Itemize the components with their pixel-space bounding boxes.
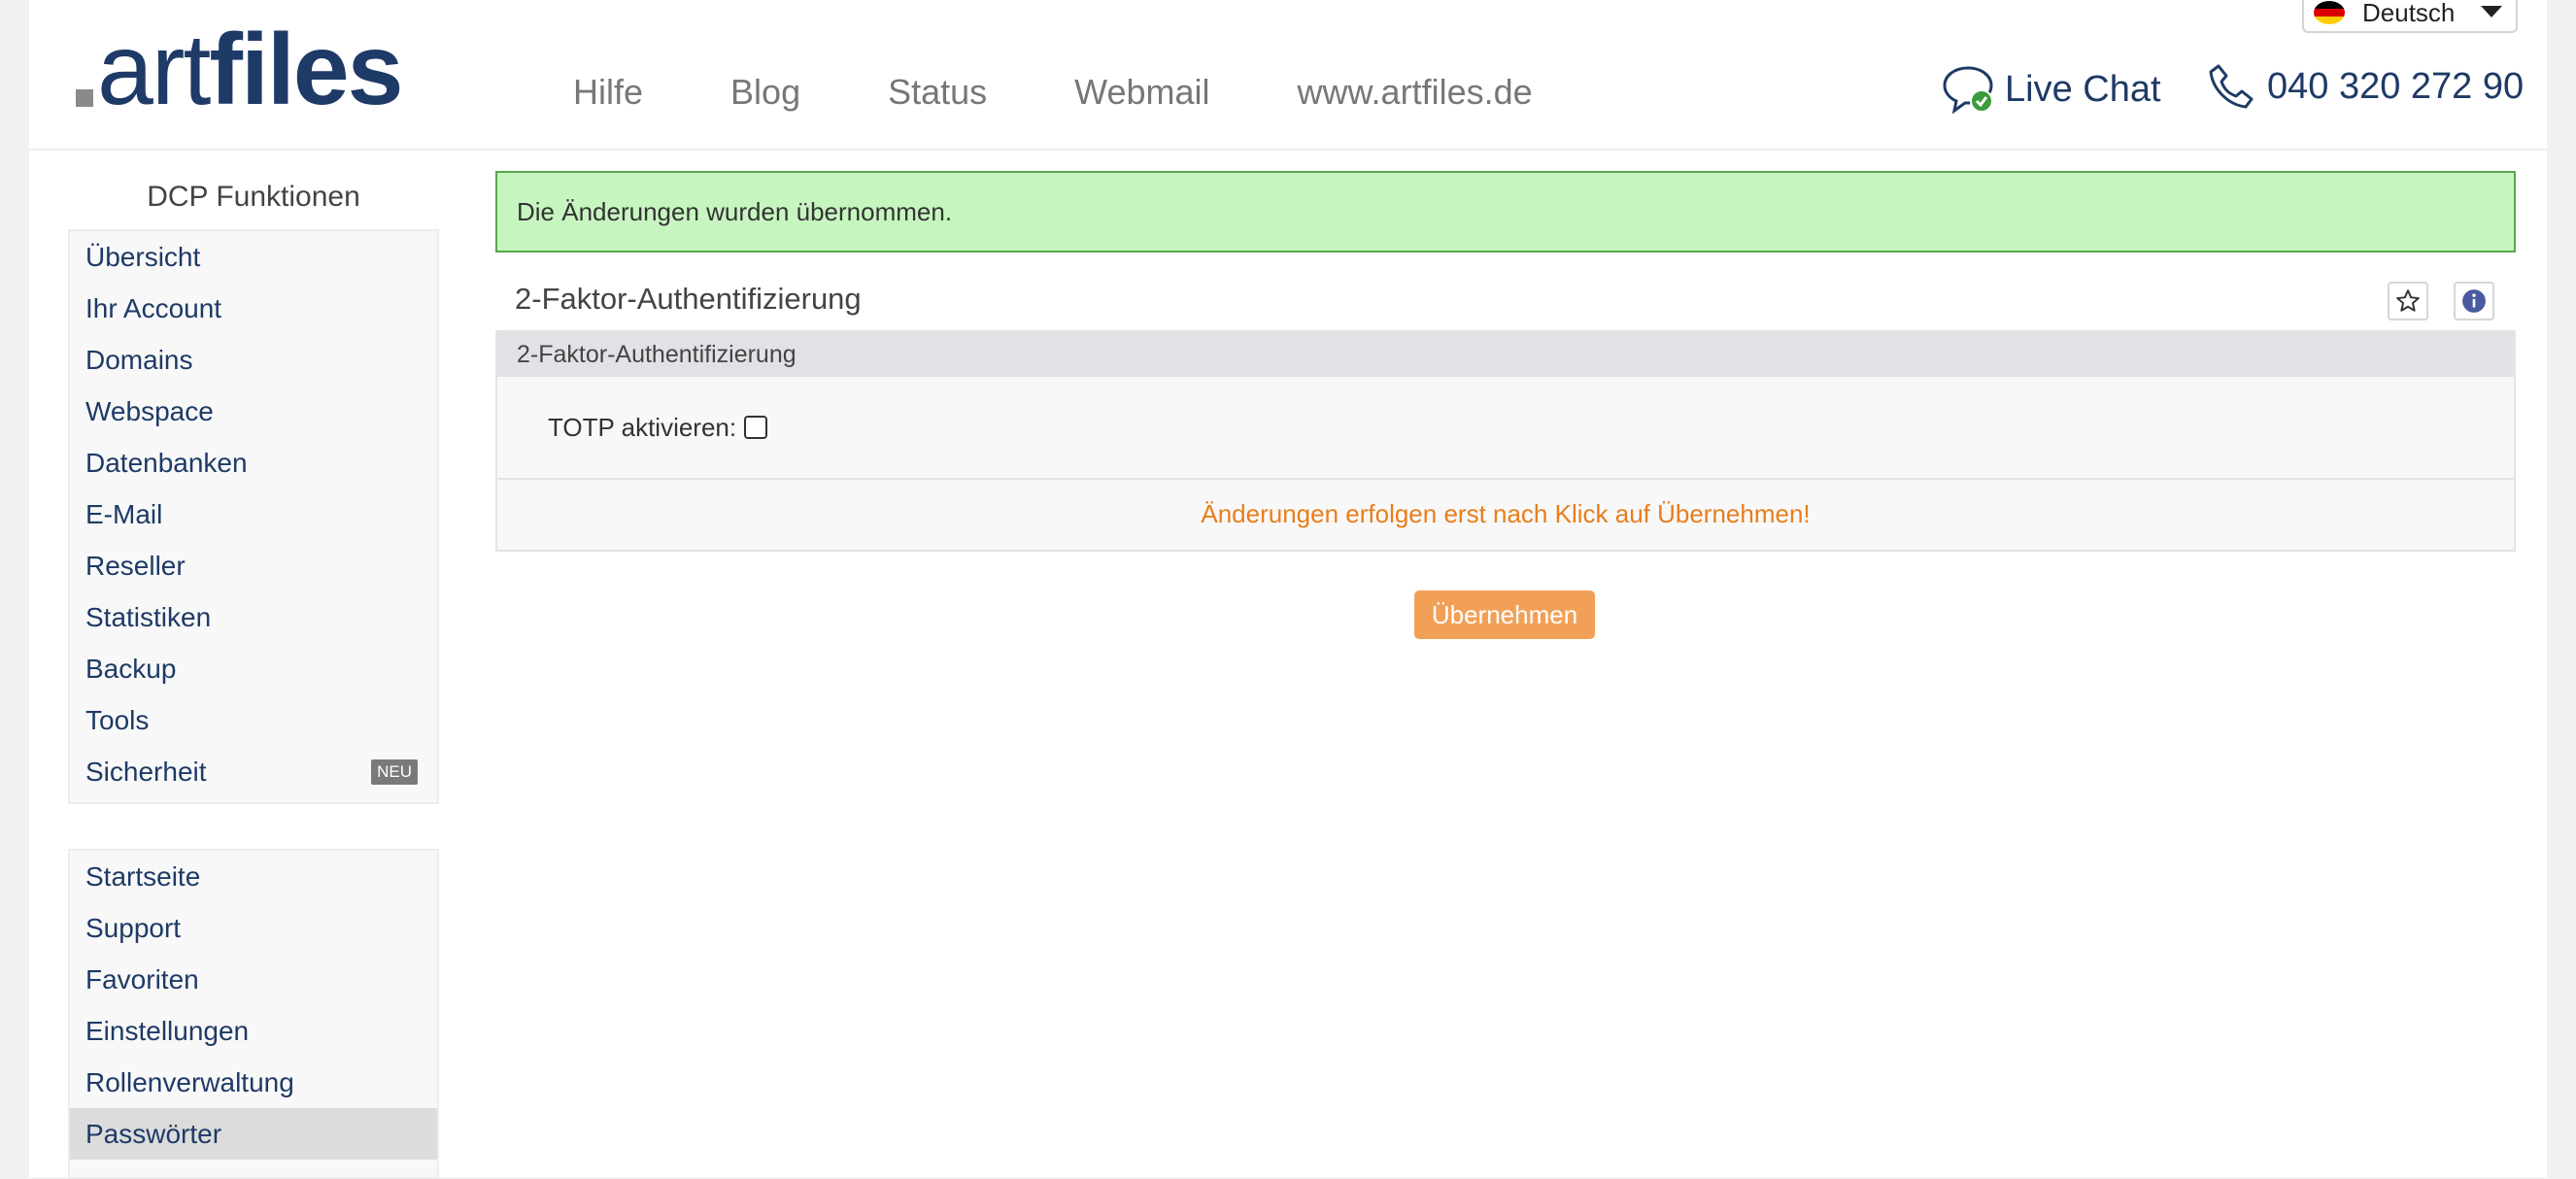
sidebar-item-label: Einstellungen	[85, 1015, 250, 1046]
header: art files Hilfe Blog Status Webmail www.a…	[29, 0, 2547, 151]
sidebar-group-account: Startseite Support Favoriten Einstellung…	[68, 849, 439, 1179]
page-title: 2-Faktor-Authentifizierung	[515, 282, 862, 316]
sidebar-title: DCP Funktionen	[147, 181, 360, 213]
top-navigation: Hilfe Blog Status Webmail www.artfiles.d…	[573, 72, 1620, 113]
logo-dot	[76, 89, 93, 107]
sidebar-item-favoriten[interactable]: Favoriten	[70, 954, 437, 1005]
totp-label: TOTP aktivieren:	[548, 412, 737, 442]
nav-link-blog[interactable]: Blog	[730, 72, 800, 113]
sidebar-item-rollenverwaltung[interactable]: Rollenverwaltung	[70, 1057, 437, 1108]
artfiles-logo[interactable]: art files	[76, 14, 403, 126]
sidebar-item-label: Statistiken	[85, 601, 212, 632]
sidebar-item-uebersicht[interactable]: Übersicht	[70, 231, 437, 283]
sidebar-item-label: E-Mail	[85, 498, 163, 529]
sidebar-item-label: Übersicht	[85, 241, 201, 272]
sidebar-item-sicherheit[interactable]: Sicherheit NEU	[70, 746, 437, 797]
sidebar-item-label: Sicherheit	[85, 756, 207, 787]
sidebar-item-label: Startseite	[85, 860, 201, 892]
nav-link-hilfe[interactable]: Hilfe	[573, 72, 643, 113]
caret-down-icon	[2481, 6, 2502, 17]
sidebar-item-label: Backup	[85, 653, 177, 684]
sidebar-item-email[interactable]: E-Mail	[70, 488, 437, 540]
nav-link-webmail[interactable]: Webmail	[1074, 72, 1209, 113]
language-select[interactable]: Deutsch	[2302, 0, 2518, 33]
sidebar-item-label: Tools	[85, 704, 150, 735]
sidebar-item-webspace[interactable]: Webspace	[70, 386, 437, 437]
chat-bubble-icon	[1943, 66, 1993, 115]
sidebar-item-domains[interactable]: Domains	[70, 334, 437, 386]
info-button[interactable]	[2454, 282, 2494, 320]
totp-row: TOTP aktivieren:	[497, 377, 2514, 480]
sidebar-item-support[interactable]: Support	[70, 902, 437, 954]
sidebar-item-tools[interactable]: Tools	[70, 694, 437, 746]
phone-link[interactable]: 040 320 272 90	[2207, 62, 2524, 111]
sidebar-group-functions: Übersicht Ihr Account Domains Webspace D…	[68, 229, 439, 804]
sidebar-item-label: Support	[85, 912, 182, 943]
sidebar-item-startseite[interactable]: Startseite	[70, 851, 437, 902]
phone-number: 040 320 272 90	[2267, 65, 2525, 107]
apply-hint: Änderungen erfolgen erst nach Klick auf …	[1201, 498, 1811, 528]
sidebar-item-label: Domains	[85, 344, 193, 375]
new-badge: NEU	[371, 759, 418, 785]
live-chat-button[interactable]: Live Chat	[1941, 62, 2161, 117]
info-icon	[2462, 289, 2486, 313]
phone-icon	[2209, 64, 2254, 109]
sidebar-item-einstellungen[interactable]: Einstellungen	[70, 1005, 437, 1057]
sidebar-item-label: Rollenverwaltung	[85, 1066, 294, 1097]
german-flag-icon	[2314, 1, 2345, 24]
totp-checkbox[interactable]	[744, 416, 768, 439]
nav-link-status[interactable]: Status	[888, 72, 987, 113]
sidebar-item-label: Datenbanken	[85, 447, 248, 478]
page: art files Hilfe Blog Status Webmail www.a…	[29, 0, 2547, 1179]
nav-link-artfiles-website[interactable]: www.artfiles.de	[1298, 72, 1533, 113]
logo-prefix: art	[97, 14, 211, 126]
success-alert: Die Änderungen wurden übernommen.	[495, 171, 2516, 253]
sidebar-item-label: Passwörter	[85, 1118, 222, 1149]
language-selected-label: Deutsch	[2362, 0, 2456, 27]
logo-suffix: files	[209, 14, 403, 126]
sidebar-item-label: Reseller	[85, 550, 186, 581]
sidebar-item-backup[interactable]: Backup	[70, 643, 437, 694]
star-icon	[2396, 289, 2420, 312]
sidebar-item-label: Favoriten	[85, 963, 199, 994]
live-chat-label: Live Chat	[2005, 68, 2161, 110]
sidebar-item-label: Ihr Account	[85, 292, 222, 323]
sidebar-item-ihr-account[interactable]: Ihr Account	[70, 283, 437, 334]
two-factor-panel: 2-Faktor-Authentifizierung TOTP aktivier…	[495, 330, 2516, 552]
panel-header: 2-Faktor-Authentifizierung	[497, 332, 2514, 377]
favorite-button[interactable]	[2388, 282, 2428, 320]
apply-button[interactable]: Übernehmen	[1414, 590, 1595, 639]
sidebar-item-label: Webspace	[85, 395, 214, 426]
sidebar-item-statistiken[interactable]: Statistiken	[70, 591, 437, 643]
sidebar-item-datenbanken[interactable]: Datenbanken	[70, 437, 437, 488]
sidebar-item-reseller[interactable]: Reseller	[70, 540, 437, 591]
sidebar-item-passwoerter[interactable]: Passwörter	[70, 1108, 437, 1160]
